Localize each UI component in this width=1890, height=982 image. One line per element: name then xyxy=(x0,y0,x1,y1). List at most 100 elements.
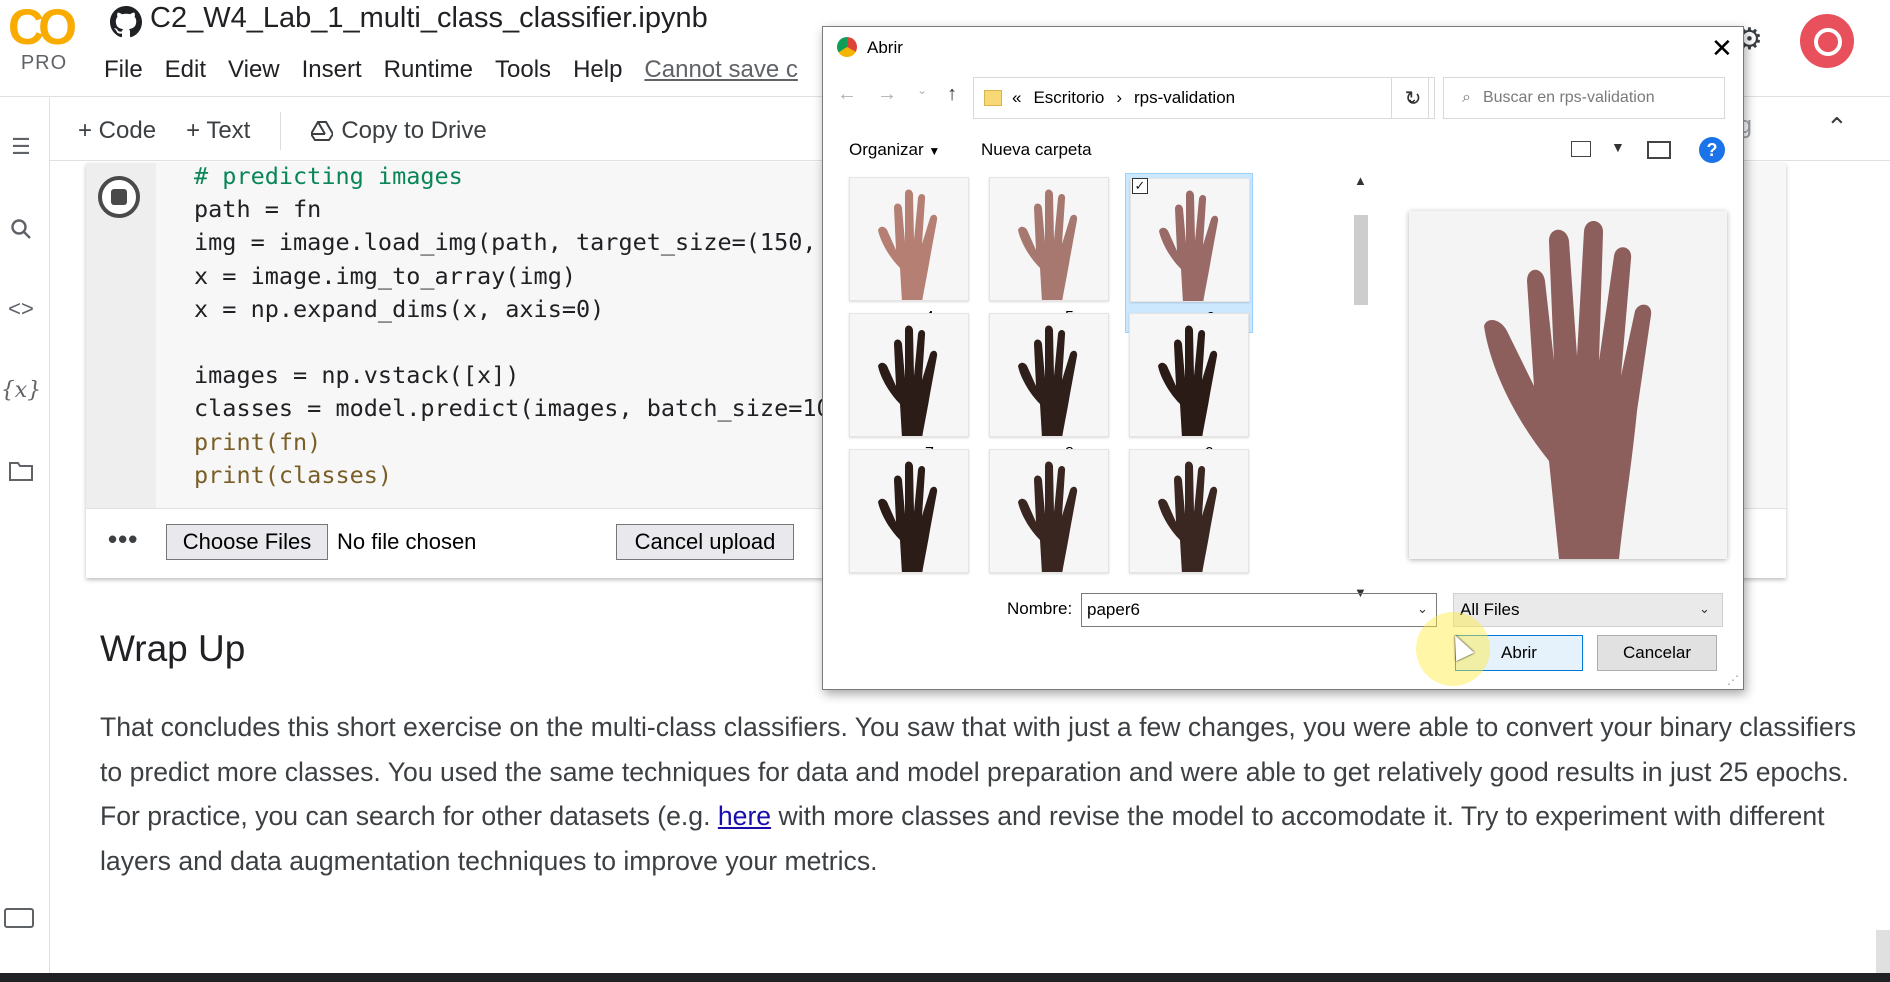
view-mode-icon[interactable] xyxy=(1571,141,1591,157)
file-thumbnail xyxy=(989,449,1109,573)
menu-view[interactable]: View xyxy=(228,56,280,84)
file-thumbnail xyxy=(989,177,1109,301)
file-tile[interactable] xyxy=(1125,445,1253,599)
folder-icon xyxy=(984,90,1002,106)
up-arrow-icon[interactable]: ↑ xyxy=(947,83,957,106)
notebook-toolbar: + Code + Text Copy to Drive xyxy=(78,112,487,150)
hand-image xyxy=(1409,211,1727,559)
organize-label: Organizar xyxy=(849,140,924,159)
breadcrumb: « Escritorio › rps-validation xyxy=(1012,88,1235,108)
menu-file[interactable]: File xyxy=(104,56,143,84)
section-heading: Wrap Up xyxy=(100,628,246,669)
filename-input[interactable]: paper6 xyxy=(1081,593,1437,627)
new-folder-button[interactable]: Nueva carpeta xyxy=(981,140,1092,160)
avatar[interactable] xyxy=(1800,14,1854,68)
back-arrow-icon[interactable]: ← xyxy=(837,83,857,106)
file-thumbnail xyxy=(1129,313,1249,437)
search-input[interactable]: ⌕ Buscar en rps-validation xyxy=(1443,77,1725,119)
refresh-icon[interactable]: ↻ xyxy=(1391,77,1435,119)
search-icon[interactable] xyxy=(4,212,38,246)
open-file-dialog: Abrir ✕ ← → ⌄ ↑ « Escritorio › rps-valid… xyxy=(822,26,1744,690)
chevron-up-icon[interactable]: ⌃ xyxy=(1826,112,1848,143)
file-tile[interactable] xyxy=(845,445,973,599)
code-line: path = fn xyxy=(194,195,322,224)
code-line: print(classes) xyxy=(194,460,393,489)
files-icon[interactable] xyxy=(4,454,38,488)
file-tile[interactable] xyxy=(985,445,1113,599)
menu-edit[interactable]: Edit xyxy=(165,56,206,84)
breadcrumb-overflow[interactable]: « xyxy=(1012,88,1021,108)
file-grid-scrollbar[interactable]: ▲ ▼ xyxy=(1351,173,1371,603)
cancel-upload-button[interactable]: Cancel upload xyxy=(616,524,794,560)
dialog-title: Abrir xyxy=(867,38,903,57)
file-thumbnail xyxy=(1129,449,1249,573)
add-code-button[interactable]: + Code xyxy=(78,117,156,145)
image-preview xyxy=(1409,211,1727,559)
save-warning-link[interactable]: Cannot save c xyxy=(644,56,797,84)
run-stop-button[interactable] xyxy=(98,176,140,218)
code-editor[interactable]: # predicting images path = fn img = imag… xyxy=(194,160,859,492)
file-status: No file chosen xyxy=(337,529,477,554)
close-icon[interactable]: ✕ xyxy=(1711,33,1733,64)
scroll-thumb[interactable] xyxy=(1354,215,1368,305)
code-line: print(fn) xyxy=(194,427,322,456)
menu-bar: File Edit View Insert Runtime Tools Help… xyxy=(104,56,798,84)
copy-to-drive-label: Copy to Drive xyxy=(341,117,487,144)
chevron-down-icon[interactable]: ⌄ xyxy=(1417,601,1428,617)
search-icon: ⌕ xyxy=(1462,89,1471,106)
bottom-bar xyxy=(0,973,1890,982)
address-bar[interactable]: « Escritorio › rps-validation ⌄ xyxy=(973,77,1429,119)
caret-down-icon[interactable]: ▼ xyxy=(1611,139,1625,155)
recent-dropdown-icon[interactable]: ⌄ xyxy=(917,83,927,106)
file-thumbnail xyxy=(989,313,1109,437)
code-line: x = np.expand_dims(x, axis=0) xyxy=(194,294,605,323)
toc-icon[interactable]: ☰ xyxy=(4,130,38,164)
file-thumbnail xyxy=(849,313,969,437)
dialog-titlebar[interactable] xyxy=(823,27,1743,67)
menu-insert[interactable]: Insert xyxy=(302,56,362,84)
nav-buttons: ← → ⌄ ↑ xyxy=(837,83,957,106)
breadcrumb-escritorio[interactable]: Escritorio xyxy=(1033,88,1104,108)
menu-tools[interactable]: Tools xyxy=(495,56,551,84)
add-text-button[interactable]: + Text xyxy=(186,117,250,145)
toolbar-separator xyxy=(280,112,282,150)
copy-to-drive-button[interactable]: Copy to Drive xyxy=(311,117,487,145)
file-thumbnail xyxy=(1130,178,1250,302)
preview-pane-icon[interactable] xyxy=(1647,141,1671,159)
colab-logo[interactable]: CO PRO xyxy=(8,0,80,74)
file-grid: paper4paper5✓paper6paper7paper8paper9 xyxy=(845,173,1265,599)
drive-icon xyxy=(311,121,334,141)
resize-grip-icon[interactable]: ⋰ xyxy=(1727,673,1739,687)
code-line: images = np.vstack([x]) xyxy=(194,361,520,390)
forward-arrow-icon[interactable]: → xyxy=(877,83,897,106)
page-scrollbar[interactable] xyxy=(1876,930,1890,973)
notebook-title[interactable]: C2_W4_Lab_1_multi_class_classifier.ipynb xyxy=(150,2,708,35)
pro-badge: PRO xyxy=(20,52,68,74)
file-thumbnail xyxy=(849,449,969,573)
menu-runtime[interactable]: Runtime xyxy=(384,56,473,84)
colab-logo-text: CO xyxy=(8,0,77,55)
file-thumbnail xyxy=(849,177,969,301)
scroll-up-icon[interactable]: ▲ xyxy=(1354,173,1367,188)
variables-icon[interactable]: {x} xyxy=(1,373,41,407)
menu-help[interactable]: Help xyxy=(573,56,622,84)
breadcrumb-rps-validation[interactable]: rps-validation xyxy=(1134,88,1235,108)
terminal-icon[interactable] xyxy=(4,908,34,928)
here-link[interactable]: here xyxy=(718,801,771,831)
choose-files-button[interactable]: Choose Files xyxy=(166,524,328,560)
file-type-select[interactable]: All Files xyxy=(1453,593,1723,627)
code-line: # predicting images xyxy=(194,162,463,190)
cancel-button[interactable]: Cancelar xyxy=(1597,635,1717,671)
chevron-down-icon[interactable]: ⌄ xyxy=(1699,601,1710,617)
code-snippets-icon[interactable]: <> xyxy=(4,292,38,326)
caret-down-icon: ▼ xyxy=(928,144,941,158)
organize-menu[interactable]: Organizar ▼ xyxy=(849,140,940,160)
search-placeholder: Buscar en rps-validation xyxy=(1482,89,1655,106)
checkbox-icon[interactable]: ✓ xyxy=(1132,178,1148,194)
breadcrumb-separator-icon: › xyxy=(1116,88,1122,107)
help-icon[interactable]: ? xyxy=(1699,137,1725,163)
output-menu-button[interactable]: ••• xyxy=(108,524,138,555)
github-icon xyxy=(110,6,144,40)
code-line: img = image.load_img(path, target_size=(… xyxy=(194,228,859,257)
filename-label: Nombre: xyxy=(1007,599,1073,618)
